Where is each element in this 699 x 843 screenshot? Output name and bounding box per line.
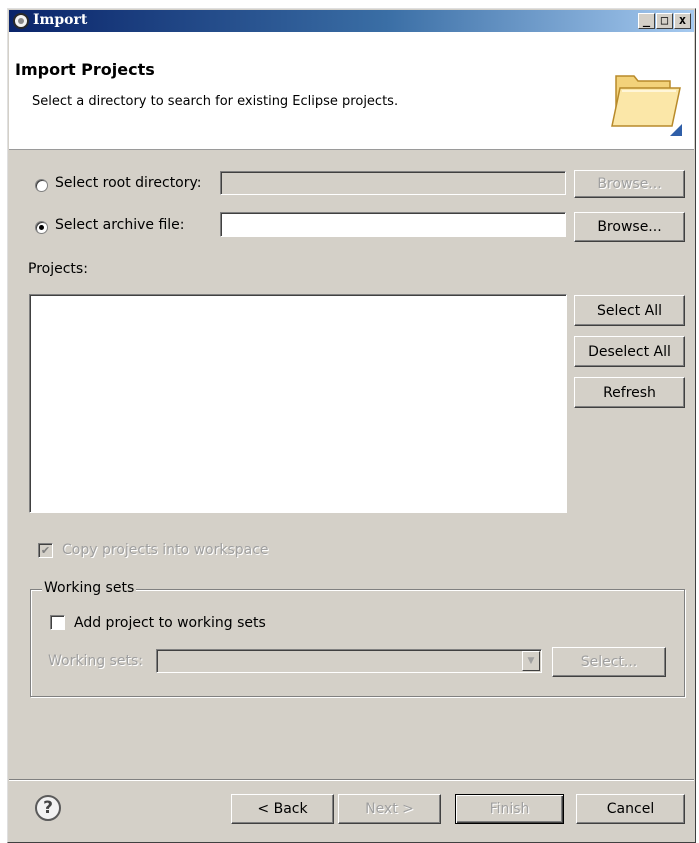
archive-file-radio[interactable]	[35, 221, 48, 234]
archive-file-label: Select archive file:	[55, 217, 185, 233]
copy-projects-label: Copy projects into workspace	[62, 542, 269, 558]
wizard-banner: Import Projects Select a directory to se…	[9, 32, 694, 150]
archive-file-input[interactable]	[220, 212, 566, 237]
working-sets-label: Working sets:	[48, 653, 143, 669]
projects-label: Projects:	[28, 261, 88, 277]
deselect-all-button[interactable]: Deselect All	[574, 336, 685, 367]
add-to-working-sets-label: Add project to working sets	[74, 615, 266, 631]
import-dialog: Import _ □ x Import Projects Select a di…	[7, 8, 696, 843]
add-to-working-sets-checkbox[interactable]	[50, 615, 65, 630]
page-description: Select a directory to search for existin…	[32, 94, 399, 109]
projects-list[interactable]	[29, 294, 567, 513]
title-bar[interactable]: Import _ □ x	[9, 10, 694, 32]
select-all-button[interactable]: Select All	[574, 295, 685, 326]
refresh-button[interactable]: Refresh	[574, 377, 685, 408]
back-button[interactable]: < Back	[231, 794, 334, 824]
help-icon[interactable]: ?	[35, 795, 61, 821]
maximize-button[interactable]: □	[656, 13, 673, 29]
root-browse-button[interactable]: Browse...	[574, 170, 685, 198]
finish-button[interactable]: Finish	[455, 794, 564, 824]
footer-separator	[9, 779, 694, 781]
root-directory-radio[interactable]	[35, 179, 48, 192]
chevron-down-icon[interactable]: ▼	[522, 651, 540, 671]
close-button[interactable]: x	[674, 13, 691, 29]
working-sets-group-title: Working sets	[42, 580, 137, 596]
copy-projects-checkbox[interactable]: ✔	[38, 543, 53, 558]
select-working-sets-button[interactable]: Select...	[552, 647, 666, 677]
next-button[interactable]: Next >	[338, 794, 441, 824]
open-folder-icon	[611, 75, 682, 136]
working-sets-group	[30, 589, 685, 697]
root-directory-input[interactable]	[220, 171, 566, 195]
minimize-button[interactable]: _	[638, 13, 655, 29]
archive-browse-button[interactable]: Browse...	[574, 212, 685, 242]
working-sets-combo[interactable]: ▼	[156, 649, 542, 673]
cancel-button[interactable]: Cancel	[576, 794, 685, 824]
window-title: Import	[33, 12, 88, 28]
eclipse-icon	[13, 13, 29, 29]
root-directory-label: Select root directory:	[55, 175, 202, 191]
page-title: Import Projects	[15, 60, 155, 79]
